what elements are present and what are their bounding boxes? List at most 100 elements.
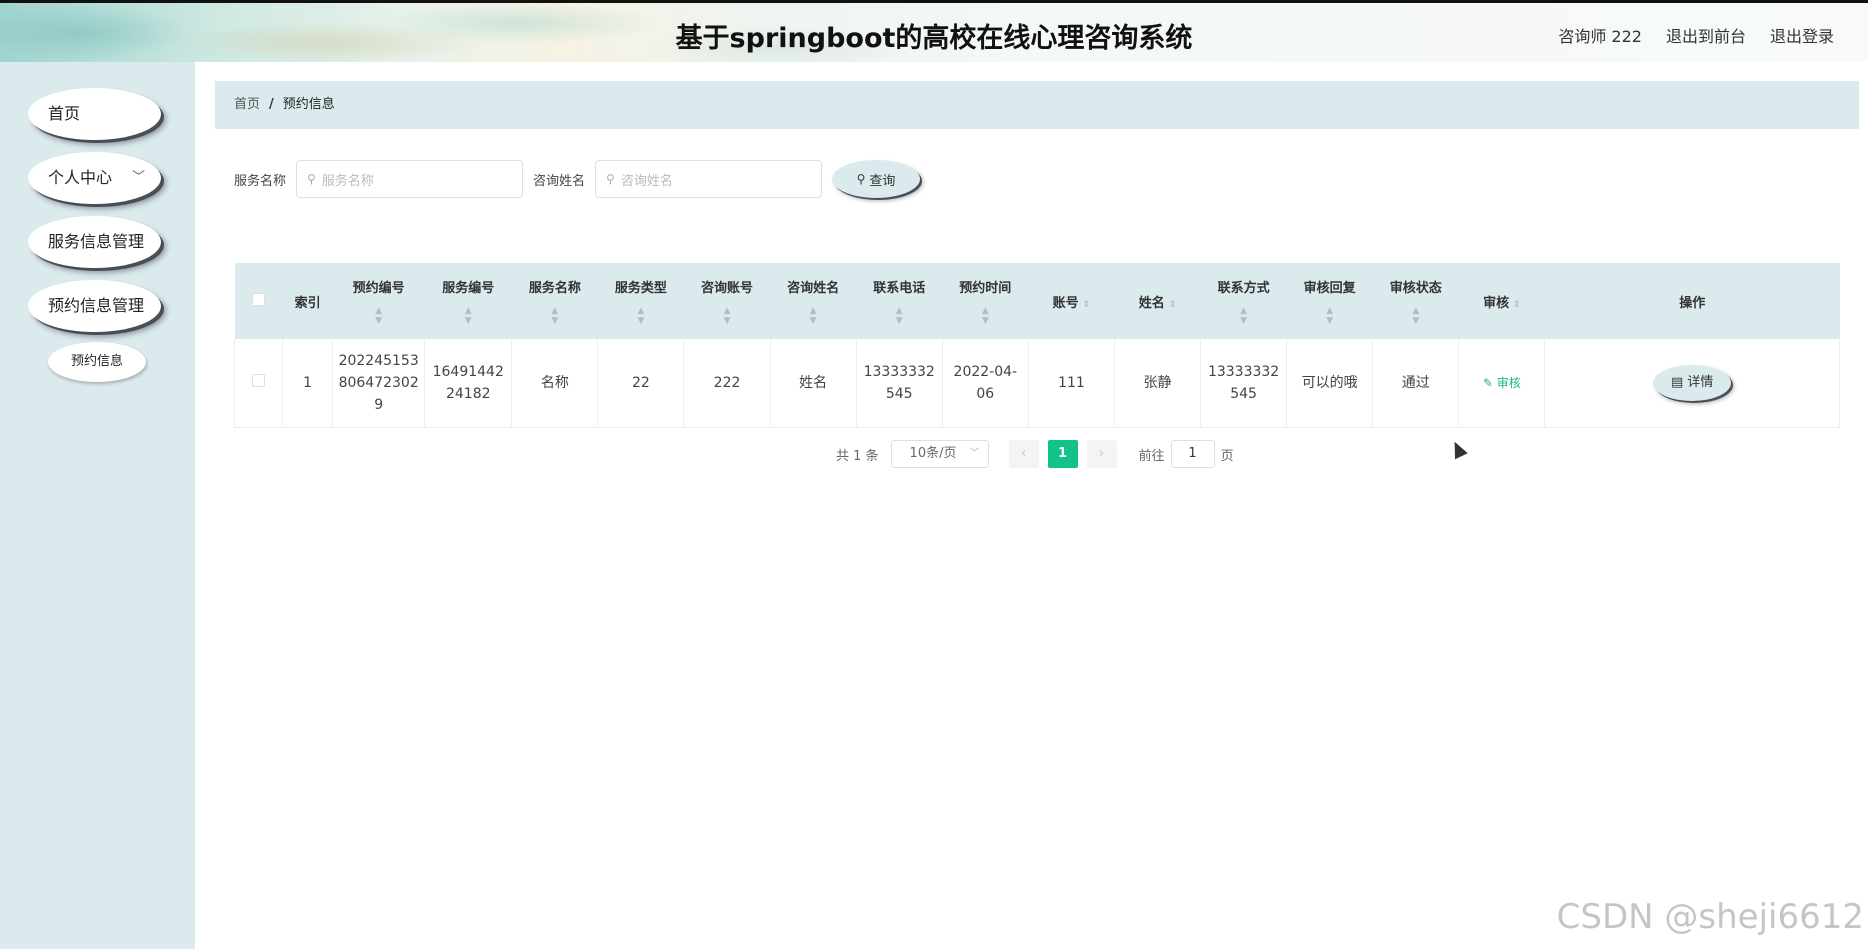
- header-service-type[interactable]: 服务类型 ▲ ▼: [598, 263, 684, 339]
- header-service-no[interactable]: 服务编号 ▲ ▼: [425, 263, 512, 339]
- header-audit-status[interactable]: 审核状态 ▲ ▼: [1373, 263, 1459, 339]
- select-all-checkbox[interactable]: [252, 292, 266, 306]
- logout-link[interactable]: 退出登录: [1770, 23, 1834, 47]
- sidebar: 首页 个人中心 ﹀ 服务信息管理 预约信息管理 预约信息: [0, 62, 195, 949]
- sidebar-item-label: 个人中心: [48, 168, 113, 187]
- header-phone[interactable]: 联系电话 ▲ ▼: [856, 263, 942, 339]
- cell-text: 13333332: [1207, 363, 1280, 380]
- header-label: 服务名称: [528, 280, 581, 296]
- cell-text: 2022-04-: [953, 363, 1018, 380]
- cell-audit-reply: 可以的哦: [1286, 339, 1374, 428]
- cell-contact: 13333332 545: [1200, 339, 1288, 428]
- row-checkbox[interactable]: [252, 373, 266, 387]
- header-account[interactable]: 账号 ⇕: [1028, 263, 1114, 339]
- cell-service-no: 16491442 24182: [424, 339, 513, 428]
- sidebar-item-label: 服务信息管理: [48, 232, 145, 251]
- header-audit-reply[interactable]: 审核回复 ▲ ▼: [1287, 263, 1373, 339]
- sort-icon[interactable]: ▲ ▼: [856, 306, 942, 326]
- header-consult-name[interactable]: 咨询姓名 ▲ ▼: [770, 263, 856, 339]
- cell-service-type: 22: [597, 339, 685, 428]
- breadcrumb-separator: /: [269, 97, 274, 112]
- consult-name-input[interactable]: ⚲ 咨询姓名: [595, 160, 823, 198]
- cell-account: 111: [1028, 339, 1115, 428]
- select-all-cell: [235, 263, 283, 339]
- sort-icon[interactable]: ▲ ▼: [770, 306, 856, 326]
- header-audit[interactable]: 审核 ⇕: [1459, 263, 1545, 339]
- sort-icon[interactable]: ▲ ▼: [1201, 306, 1287, 326]
- detail-button[interactable]: ▤ 详情: [1653, 364, 1732, 401]
- cell-phone: 13333332 545: [856, 339, 943, 428]
- sort-icon[interactable]: ▲ ▼: [1373, 306, 1459, 326]
- table-row: 1 202245153 806472302 9 16491442 24182 名称 2…: [233, 339, 1840, 428]
- sort-icon[interactable]: ▲ ▼: [425, 306, 512, 326]
- header-name[interactable]: 姓名 ⇕: [1114, 263, 1200, 339]
- audit-link[interactable]: ✎ 审核: [1483, 376, 1521, 390]
- header-label: 服务类型: [614, 280, 667, 296]
- header-booking-no[interactable]: 预约编号 ▲ ▼: [333, 263, 425, 339]
- page-size-select[interactable]: 10条/页 ﹀: [890, 440, 989, 468]
- page-number-current[interactable]: 1: [1047, 440, 1078, 468]
- table-header-row: 索引 预约编号 ▲ ▼ 服务编号 ▲ ▼ 服务名称 ▲ ▼ 服务类型 ▲ ▼ 咨询账号 ▲ ▼ 咨询…: [234, 263, 1840, 339]
- query-button[interactable]: ⚲ 查询: [832, 160, 921, 198]
- breadcrumb-current: 预约信息: [282, 97, 335, 112]
- header-index: 索引: [294, 295, 321, 311]
- consult-name-placeholder: 咨询姓名: [620, 173, 673, 189]
- sort-icon[interactable]: ▲ ▼: [684, 306, 770, 326]
- header-label: 姓名: [1138, 295, 1165, 311]
- sort-icon[interactable]: ▲ ▼: [598, 306, 684, 326]
- header-ops: 操作: [1679, 295, 1706, 311]
- header-consult-account[interactable]: 咨询账号 ▲ ▼: [684, 263, 770, 339]
- chevron-down-icon: ﹀: [131, 170, 145, 185]
- cell-text: 545: [1230, 385, 1257, 402]
- cell-audit-status: 通过: [1372, 339, 1460, 428]
- header-service-name[interactable]: 服务名称 ▲ ▼: [512, 263, 598, 339]
- header-label: 审核回复: [1303, 280, 1356, 296]
- cell-booking-no: 202245153 806472302 9: [332, 339, 426, 428]
- breadcrumb-home[interactable]: 首页: [234, 97, 260, 112]
- goto-page-input[interactable]: 1: [1170, 440, 1215, 468]
- prev-page-button[interactable]: ‹: [1008, 440, 1039, 468]
- sort-icon[interactable]: ⇕: [1169, 300, 1177, 310]
- sidebar-subitem-booking[interactable]: 预约信息: [48, 342, 146, 382]
- header-label: 审核: [1483, 295, 1510, 311]
- sidebar-item-service-info[interactable]: 服务信息管理: [28, 216, 161, 268]
- edit-icon: ✎: [1482, 375, 1497, 390]
- header-booking-time[interactable]: 预约时间 ▲ ▼: [942, 263, 1028, 339]
- sidebar-item-label: 预约信息管理: [48, 296, 145, 315]
- front-page-link[interactable]: 退出到前台: [1666, 23, 1746, 47]
- cell-text: 9: [374, 396, 384, 413]
- goto-suffix: 页: [1220, 448, 1234, 464]
- cell-text: 06: [976, 385, 995, 402]
- sort-icon[interactable]: ▲ ▼: [1287, 306, 1373, 326]
- header-label: 咨询账号: [701, 280, 754, 296]
- service-name-label: 服务名称: [234, 173, 287, 189]
- header-label: 预约编号: [352, 280, 405, 296]
- row-select-cell: [233, 339, 284, 428]
- next-page-button[interactable]: ›: [1086, 440, 1117, 468]
- sort-icon[interactable]: ▲ ▼: [942, 306, 1028, 326]
- header-label: 联系电话: [873, 280, 926, 296]
- search-icon: ⚲: [606, 172, 615, 186]
- header-contact[interactable]: 联系方式 ▲ ▼: [1201, 263, 1287, 339]
- mouse-cursor-icon: [1448, 438, 1468, 460]
- current-user-label: 咨询师 222: [1558, 27, 1642, 46]
- header-label: 咨询姓名: [787, 280, 840, 296]
- consult-name-label: 咨询姓名: [533, 173, 586, 189]
- cell-audit: ✎ 审核: [1458, 339, 1546, 428]
- sort-icon[interactable]: ▲ ▼: [333, 306, 425, 326]
- sort-icon[interactable]: ⇕: [1513, 300, 1521, 310]
- sort-icon[interactable]: ⇕: [1083, 300, 1091, 310]
- sidebar-item-personal-center[interactable]: 个人中心 ﹀: [28, 152, 161, 204]
- cell-service-name: 名称: [511, 339, 599, 428]
- cell-text: 806472302: [338, 374, 419, 391]
- cell-consult-name: 姓名: [770, 339, 857, 428]
- sidebar-item-home[interactable]: 首页: [28, 88, 161, 140]
- sort-icon[interactable]: ▲ ▼: [512, 306, 598, 326]
- chevron-right-icon: ›: [1098, 446, 1105, 461]
- search-icon: ⚲: [856, 172, 866, 186]
- sidebar-item-booking-info[interactable]: 预约信息管理: [28, 280, 161, 332]
- cell-text: 13333332: [863, 363, 935, 380]
- service-name-input[interactable]: ⚲ 服务名称: [296, 160, 524, 198]
- search-form: 服务名称 ⚲ 服务名称 咨询姓名 ⚲ 咨询姓名 ⚲ 查询: [234, 160, 921, 198]
- cell-text: 24182: [445, 385, 491, 402]
